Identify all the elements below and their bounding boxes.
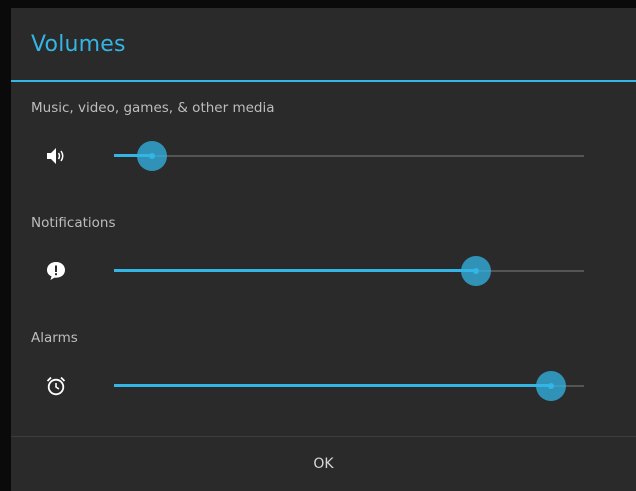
alarms-volume-label: Alarms (31, 330, 78, 346)
alarms-volume-slider[interactable] (114, 371, 584, 401)
slider-fill (114, 269, 476, 272)
slider-thumb[interactable] (536, 371, 566, 401)
dialog-title: Volumes (31, 32, 126, 57)
slider-track (114, 155, 584, 157)
slider-fill (114, 384, 551, 387)
slider-thumb[interactable] (461, 256, 491, 286)
speaker-volume-icon (45, 145, 67, 167)
ok-button[interactable]: OK (11, 437, 636, 491)
notification-bubble-icon (45, 260, 67, 282)
media-volume-label: Music, video, games, & other media (31, 100, 275, 116)
slider-thumb[interactable] (137, 141, 167, 171)
volumes-dialog: Volumes Music, video, games, & other med… (11, 8, 636, 491)
notifications-volume-slider[interactable] (114, 256, 584, 286)
notifications-volume-label: Notifications (31, 215, 116, 231)
media-volume-slider[interactable] (114, 141, 584, 171)
title-divider (11, 80, 636, 82)
title-bar: Volumes (11, 8, 636, 82)
alarm-clock-icon (45, 375, 67, 397)
